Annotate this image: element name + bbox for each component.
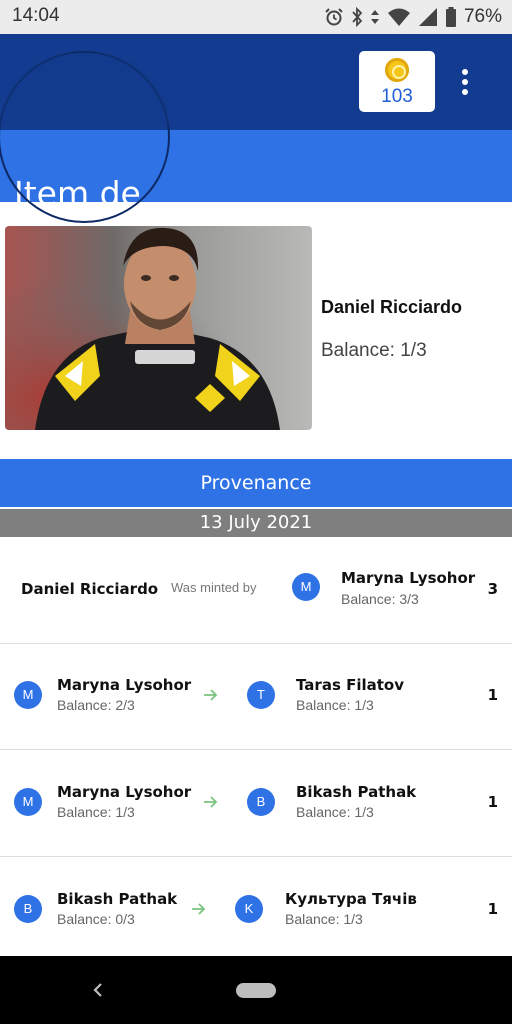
back-icon[interactable] xyxy=(88,978,108,1002)
avatar: M xyxy=(14,788,42,816)
provenance-row-transfer[interactable]: M Maryna Lysohor Balance: 2/3 T Taras Fi… xyxy=(0,644,512,750)
sender-balance: Balance: 0/3 xyxy=(57,911,135,927)
status-time: 14:04 xyxy=(12,5,60,26)
arrow-right-icon xyxy=(204,689,218,701)
recipient-name: Культура Тячів xyxy=(285,890,417,908)
data-icon xyxy=(370,7,380,27)
arrow-right-icon xyxy=(204,796,218,808)
recipient-balance: Balance: 3/3 xyxy=(341,591,419,607)
bluetooth-icon xyxy=(351,7,363,27)
battery-icon xyxy=(445,7,457,27)
recipient-balance: Balance: 1/3 xyxy=(296,804,374,820)
recipient-balance: Balance: 1/3 xyxy=(285,911,363,927)
avatar: B xyxy=(247,788,275,816)
cellular-icon xyxy=(418,7,438,27)
avatar: K xyxy=(235,895,263,923)
avatar: M xyxy=(14,681,42,709)
recipient-name: Taras Filatov xyxy=(296,676,404,694)
recipient-name: Bikash Pathak xyxy=(296,783,417,801)
sender-balance: Balance: 2/3 xyxy=(57,697,135,713)
touch-ripple-overlay xyxy=(0,51,170,223)
home-pill-button[interactable] xyxy=(236,983,276,998)
provenance-header: Provenance xyxy=(0,459,512,507)
item-balance: Balance: 1/3 xyxy=(321,340,427,361)
provenance-date: 13 July 2021 xyxy=(0,509,512,537)
transfer-quantity: 3 xyxy=(487,580,498,598)
sender-balance: Balance: 1/3 xyxy=(57,804,135,820)
recipient-balance: Balance: 1/3 xyxy=(296,697,374,713)
avatar: T xyxy=(247,681,275,709)
origin-name: Daniel Ricciardo xyxy=(21,580,159,598)
provenance-row-mint[interactable]: Daniel Ricciardo Was minted by M Maryna … xyxy=(0,538,512,644)
status-icons: 76% xyxy=(324,5,502,29)
avatar: M xyxy=(292,573,320,601)
arrow-right-icon xyxy=(192,903,206,915)
recipient-name: Maryna Lysohor xyxy=(341,569,476,587)
coin-icon xyxy=(385,58,409,82)
transfer-quantity: 1 xyxy=(487,793,498,811)
status-bar: 14:04 76% xyxy=(0,0,512,34)
alarm-icon xyxy=(324,7,344,27)
sender-name: Maryna Lysohor xyxy=(57,676,192,694)
sender-name: Bikash Pathak xyxy=(57,890,178,908)
item-owner-name: Daniel Ricciardo xyxy=(321,297,463,317)
provenance-row-transfer[interactable]: M Maryna Lysohor Balance: 1/3 B Bikash P… xyxy=(0,751,512,857)
coin-count: 103 xyxy=(381,86,413,107)
sender-name: Maryna Lysohor xyxy=(57,783,192,801)
battery-percent: 76% xyxy=(463,6,502,27)
minted-by-label: Was minted by xyxy=(171,580,257,595)
item-image xyxy=(5,226,312,430)
system-navigation-bar xyxy=(0,956,512,1024)
provenance-row-transfer[interactable]: B Bikash Pathak Balance: 0/3 K Культура … xyxy=(0,858,512,956)
wifi-icon xyxy=(387,7,411,27)
avatar: B xyxy=(14,895,42,923)
more-options-icon[interactable] xyxy=(454,64,476,100)
transfer-quantity: 1 xyxy=(487,686,498,704)
transfer-quantity: 1 xyxy=(487,900,498,918)
coin-balance-button[interactable]: 103 xyxy=(359,51,435,112)
